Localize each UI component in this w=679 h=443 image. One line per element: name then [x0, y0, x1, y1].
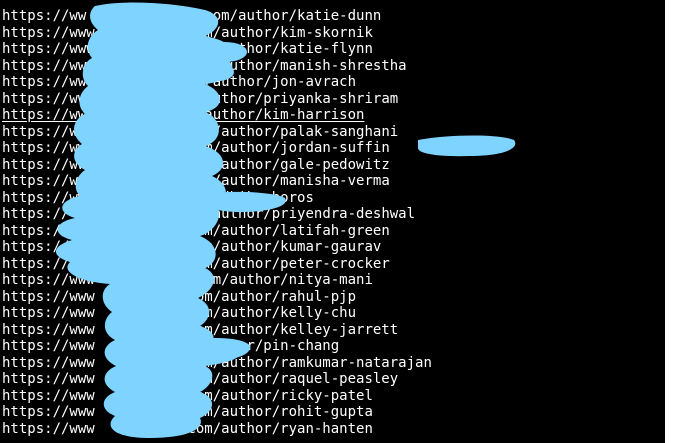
url-line: https://ww com/author/palak-sanghani	[2, 124, 432, 141]
url-prefix: https://	[2, 239, 70, 255]
url-line: https://ww com/author/manisha-verma	[2, 173, 432, 190]
url-suffix: com/author/jordan-suffin	[187, 140, 390, 156]
url-suffix: com/author/ricky-patel	[187, 387, 373, 404]
url-line: https://www r/radhika-boros	[2, 190, 432, 207]
url-line: https:// om/author/priyendra-deshwal	[2, 206, 432, 223]
url-line: https://www com/author/manish-shrestha	[2, 58, 432, 75]
url-list: https://ww t.com/author/katie-dunn https:…	[2, 8, 432, 437]
url-prefix: https://ww	[2, 74, 87, 90]
url-suffix: com/author/rohit-gupta	[187, 404, 373, 420]
url-prefix: https://ww	[2, 107, 87, 123]
url-prefix: https://www	[2, 255, 95, 272]
url-prefix: https://www	[2, 57, 95, 74]
url-suffix: com/author/latifah-green	[187, 222, 390, 239]
url-suffix: com/author/gale-pedowitz	[187, 156, 390, 173]
url-suffix: .com/author/nitya-mani	[187, 272, 373, 288]
url-line: https://www com/author/raquel-peasley	[2, 371, 432, 388]
url-line: https://ww com/author/jordan-suffin	[2, 140, 432, 157]
url-prefix: https://www	[2, 24, 95, 41]
url-line: https://www com/author/rahul-pjp	[2, 289, 432, 306]
url-line: https://ww om/author/jon-avrach	[2, 74, 432, 91]
url-line: https://ww m/author/kim-harrison	[2, 107, 432, 124]
url-line: https://www com/author/rohit-gupta	[2, 404, 432, 421]
url-line: https://www com/author/ricky-patel	[2, 388, 432, 405]
url-prefix: https://www	[2, 41, 95, 57]
url-line: https://ww com/author/gale-pedowitz	[2, 157, 432, 174]
url-line: https://www com/author/kim-skornik	[2, 25, 432, 42]
url-suffix: m/author/priyanka-shriram	[187, 90, 399, 107]
url-suffix: r/radhika-boros	[187, 189, 314, 206]
url-prefix: https://ww	[2, 173, 87, 189]
url-prefix: https://ww	[2, 8, 87, 24]
url-prefix: https://www	[2, 387, 95, 404]
url-prefix: https://www	[2, 305, 95, 321]
url-prefix: https://ww	[2, 123, 87, 140]
url-prefix: https://www	[2, 272, 95, 288]
url-prefix: https://ww	[2, 156, 87, 173]
url-prefix: https://	[2, 206, 70, 222]
url-prefix: https://www	[2, 189, 95, 206]
url-prefix: https://ww	[2, 90, 87, 107]
url-prefix: https://www	[2, 420, 95, 437]
url-prefix: https://ww	[2, 140, 87, 156]
url-suffix: com/author/kumar-gaurav	[187, 239, 382, 255]
url-suffix: com/author/rahul-pjp	[187, 288, 357, 305]
terminal-window[interactable]: https://ww t.com/author/katie-dunn https:…	[0, 0, 665, 443]
url-suffix: com/author/manisha-verma	[187, 173, 390, 189]
redaction-stroke	[418, 135, 516, 157]
url-suffix: com/author/katie-flynn	[187, 41, 373, 57]
url-prefix: https://www	[2, 338, 95, 354]
url-line: https://ww t.com/author/katie-dunn	[2, 8, 432, 25]
url-suffix: com/author/kim-skornik	[187, 24, 373, 41]
url-line: https://www com/author/ryan-hanten	[2, 421, 432, 438]
url-suffix: com/author/ryan-hanten	[187, 420, 373, 437]
url-line: https://www com/author/katie-flynn	[2, 41, 432, 58]
url-suffix: om/author/jon-avrach	[187, 74, 357, 90]
url-line: https://www com/author/kelly-chu	[2, 305, 432, 322]
url-line: https://ww m/author/priyanka-shriram	[2, 91, 432, 108]
url-line: https://www m/author/pin-chang	[2, 338, 432, 355]
url-prefix: https://	[2, 222, 70, 239]
url-suffix: com/author/raquel-peasley	[187, 371, 399, 387]
url-suffix: m/author/pin-chang	[187, 338, 340, 354]
url-line: https:// com/author/latifah-green	[2, 223, 432, 240]
url-line: https://www com/author/kelley-jarrett	[2, 322, 432, 339]
url-prefix: https://www	[2, 371, 95, 387]
url-suffix: com/author/ramkumar-natarajan	[187, 354, 432, 371]
url-suffix: om/author/priyendra-deshwal	[187, 206, 416, 222]
url-suffix: m/author/kim-harrison	[187, 107, 365, 123]
url-suffix: com/author/kelly-chu	[187, 305, 357, 321]
url-suffix: t.com/author/katie-dunn	[187, 8, 382, 24]
url-suffix: com/author/kelley-jarrett	[187, 321, 399, 338]
url-line: https:// com/author/kumar-gaurav	[2, 239, 432, 256]
window-edge	[665, 0, 679, 443]
url-prefix: https://www	[2, 354, 95, 371]
url-prefix: https://www	[2, 321, 95, 338]
url-suffix: com/author/peter-crocker	[187, 255, 390, 272]
url-line: https://www .com/author/nitya-mani	[2, 272, 432, 289]
url-line: https://www com/author/peter-crocker	[2, 256, 432, 273]
url-suffix: com/author/palak-sanghani	[187, 123, 399, 140]
url-suffix: com/author/manish-shrestha	[187, 57, 407, 74]
url-prefix: https://www	[2, 404, 95, 420]
url-prefix: https://www	[2, 288, 95, 305]
url-line: https://www com/author/ramkumar-nataraja…	[2, 355, 432, 372]
